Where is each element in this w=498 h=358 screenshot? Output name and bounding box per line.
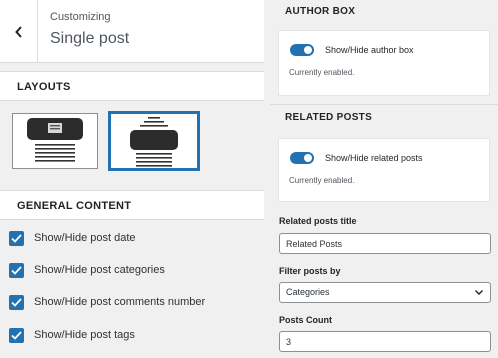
- checkbox-row-post-comments-number[interactable]: Show/Hide post comments number: [9, 292, 205, 312]
- chevron-down-icon: [475, 290, 483, 295]
- chevron-left-icon: [14, 25, 22, 38]
- author-box-status: Currently enabled.: [289, 68, 355, 77]
- related-posts-toggle[interactable]: [290, 152, 314, 164]
- section-heading-layouts: LAYOUTS: [0, 71, 264, 101]
- checkmark-icon: [11, 297, 22, 307]
- author-box-toggle[interactable]: [290, 44, 314, 56]
- page-title: Single post: [50, 30, 130, 47]
- checkbox[interactable]: [9, 230, 24, 246]
- divider: [270, 104, 498, 105]
- section-heading-related-posts: RELATED POSTS: [270, 106, 498, 132]
- back-button[interactable]: [0, 0, 38, 63]
- checkbox[interactable]: [9, 294, 24, 310]
- customizer-left-panel: Customizing Single post LAYOUTS GENERAL …: [0, 0, 264, 358]
- breadcrumb: Customizing: [50, 11, 111, 23]
- checkbox[interactable]: [9, 262, 24, 278]
- layout-option-image-middle[interactable]: [108, 111, 200, 171]
- related-posts-status: Currently enabled.: [289, 176, 355, 185]
- checkbox[interactable]: [9, 327, 24, 343]
- checkbox-row-post-tags[interactable]: Show/Hide post tags: [9, 325, 135, 345]
- checkmark-icon: [11, 265, 22, 275]
- checkbox-label: Show/Hide post comments number: [34, 296, 206, 308]
- section-heading-author-box: AUTHOR BOX: [270, 0, 498, 26]
- related-posts-title-input[interactable]: [279, 233, 491, 254]
- checkbox-row-post-categories[interactable]: Show/Hide post categories: [9, 260, 165, 280]
- checkbox-label: Show/Hide post date: [34, 232, 136, 244]
- related-posts-title-label: Related posts title: [279, 216, 357, 226]
- related-posts-card: Show/Hide related posts Currently enable…: [278, 138, 490, 202]
- filter-posts-by-value: Categories: [286, 287, 330, 297]
- posts-count-label: Posts Count: [279, 315, 332, 325]
- author-box-toggle-label: Show/Hide author box: [325, 45, 414, 55]
- checkmark-icon: [11, 330, 22, 340]
- checkbox-label: Show/Hide post tags: [34, 329, 135, 341]
- checkbox-label: Show/Hide post categories: [34, 264, 165, 276]
- customizer-header: Customizing Single post: [0, 0, 264, 63]
- layout-image-middle-icon: [130, 117, 178, 167]
- checkbox-row-post-date[interactable]: Show/Hide post date: [9, 228, 136, 248]
- related-posts-toggle-label: Show/Hide related posts: [325, 153, 423, 163]
- layout-option-image-top[interactable]: [12, 113, 98, 169]
- author-box-card: Show/Hide author box Currently enabled.: [278, 30, 490, 96]
- filter-posts-by-label: Filter posts by: [279, 266, 341, 276]
- customizer-right-panel: AUTHOR BOX Show/Hide author box Currentl…: [270, 0, 498, 358]
- filter-posts-by-select[interactable]: Categories: [279, 282, 491, 303]
- checkmark-icon: [11, 233, 22, 243]
- layout-image-top-icon: [27, 118, 83, 162]
- posts-count-input[interactable]: [279, 331, 491, 352]
- section-heading-general-content: GENERAL CONTENT: [0, 190, 264, 220]
